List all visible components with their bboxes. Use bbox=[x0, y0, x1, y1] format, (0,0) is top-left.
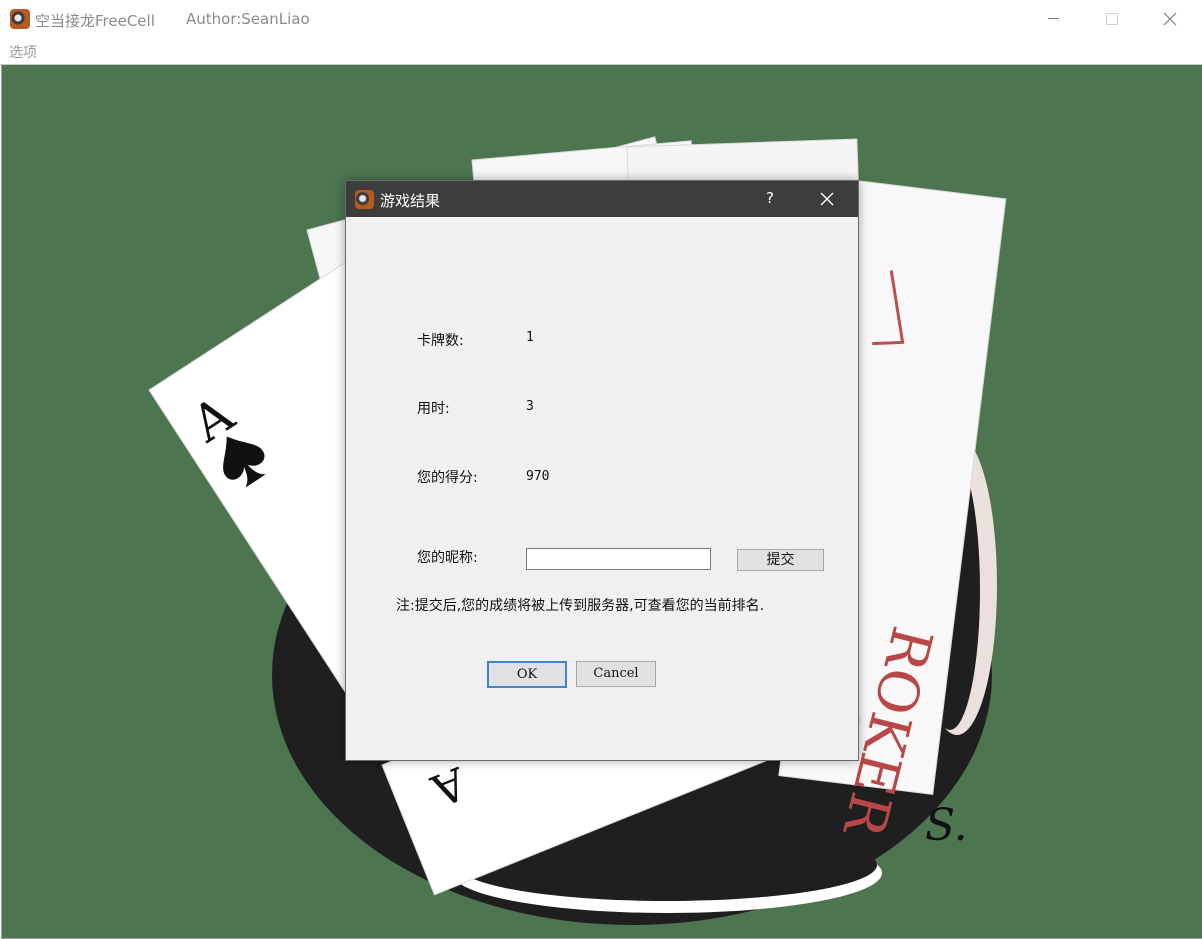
cards-count-value: 1 bbox=[526, 330, 534, 345]
game-result-dialog: 游戏结果 ? 卡牌数: 1 用时: 3 您的得分: 970 您的昵称: 提交 注… bbox=[345, 180, 859, 761]
score-value: 970 bbox=[526, 469, 550, 484]
minimize-button[interactable] bbox=[1024, 0, 1082, 38]
maximize-button[interactable] bbox=[1082, 0, 1140, 38]
signature-text: S. bbox=[925, 800, 968, 851]
app-icon bbox=[10, 9, 30, 29]
nickname-label: 您的昵称: bbox=[417, 550, 478, 566]
score-label: 您的得分: bbox=[417, 470, 478, 486]
dialog-close-button[interactable] bbox=[812, 187, 842, 211]
menu-bar: 选项 bbox=[0, 38, 1202, 65]
window-titlebar[interactable]: 空当接龙FreeCell Author:SeanLiao bbox=[0, 0, 1202, 38]
time-label: 用时: bbox=[417, 401, 450, 417]
ok-button[interactable]: OK bbox=[487, 661, 567, 688]
close-button[interactable] bbox=[1140, 0, 1198, 38]
cards-count-label: 卡牌数: bbox=[417, 333, 464, 349]
submit-note: 注:提交后,您的成绩将被上传到服务器,可查看您的当前排名. bbox=[396, 598, 765, 614]
submit-button[interactable]: 提交 bbox=[737, 549, 824, 571]
time-value: 3 bbox=[526, 399, 534, 414]
close-icon bbox=[820, 192, 834, 206]
nickname-input[interactable] bbox=[526, 548, 711, 570]
cancel-button[interactable]: Cancel bbox=[576, 661, 656, 687]
menu-item-options[interactable]: 选项 bbox=[9, 42, 37, 62]
dialog-titlebar[interactable]: 游戏结果 ? bbox=[346, 181, 858, 217]
help-button[interactable]: ? bbox=[760, 189, 780, 209]
window-title: 空当接龙FreeCell bbox=[35, 12, 155, 30]
app-icon bbox=[355, 190, 374, 209]
window-author: Author:SeanLiao bbox=[186, 10, 310, 28]
close-icon bbox=[1163, 12, 1177, 26]
dialog-title: 游戏结果 bbox=[380, 192, 441, 210]
